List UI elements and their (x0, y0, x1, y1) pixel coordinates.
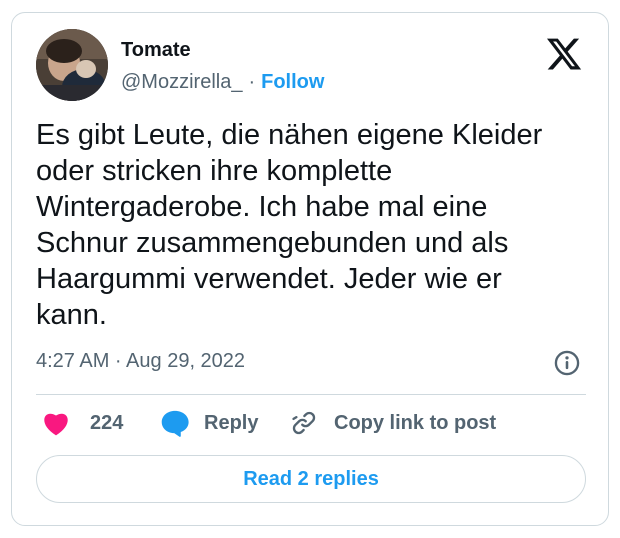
tweet-text: Es gibt Leute, die nähen eigene Kleider … (36, 119, 543, 331)
reply-button[interactable]: Reply (160, 408, 258, 438)
separator-dot: · (248, 71, 256, 93)
heart-icon (44, 413, 68, 436)
copy-link-label: Copy link to post (334, 411, 497, 434)
link-icon (292, 411, 316, 435)
divider (36, 394, 586, 395)
info-icon[interactable] (553, 349, 581, 377)
author-name[interactable]: Tomate (121, 39, 191, 62)
tweet-embed-card: Tomate @Mozzirella_ · Follow Es gibt Leute… (11, 12, 609, 526)
like-button[interactable]: 224 (42, 408, 123, 438)
copy-link-button[interactable]: Copy link to post (290, 408, 496, 438)
reply-label: Reply (204, 411, 259, 434)
read-replies-button[interactable]: Read 2 replies (36, 455, 586, 503)
author-handle[interactable]: @Mozzirella_ (121, 71, 242, 93)
x-logo-icon[interactable] (545, 35, 583, 73)
action-bar: 224 Reply Copy link to post (36, 408, 586, 438)
reply-bubble-icon (161, 410, 189, 437)
tweet-timestamp[interactable]: 4:27 AM · Aug 29, 2022 (36, 350, 245, 373)
follow-button[interactable]: Follow (261, 71, 324, 93)
avatar[interactable] (36, 29, 108, 101)
author-handle-row: @Mozzirella_ · Follow (121, 71, 324, 94)
like-count: 224 (90, 411, 124, 434)
avatar-image (36, 29, 108, 101)
